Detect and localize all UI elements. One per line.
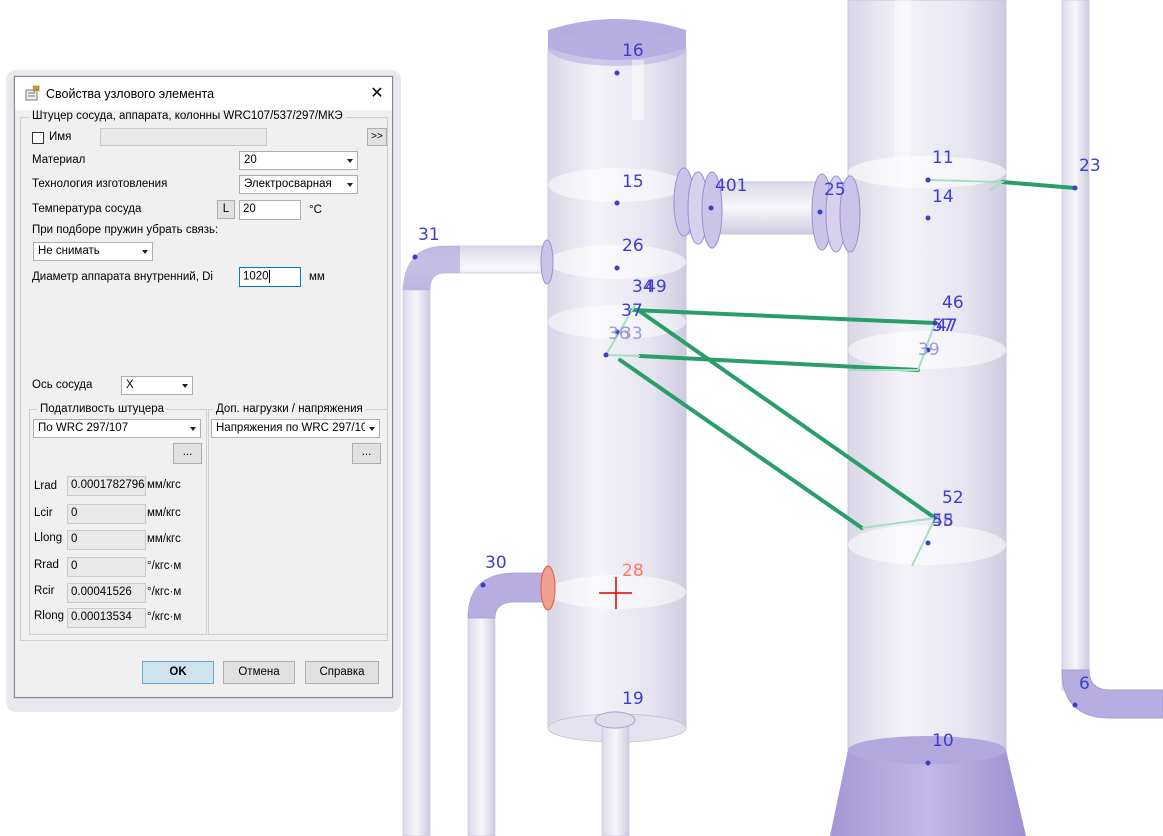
node-label-28[interactable]: 28 bbox=[622, 561, 644, 581]
node-label-6[interactable]: 6 bbox=[1079, 674, 1090, 694]
param-value-field[interactable]: 0.00041526 bbox=[67, 583, 146, 603]
node-label-52[interactable]: 52 bbox=[942, 488, 964, 508]
chevron-down-icon bbox=[142, 250, 148, 254]
chevron-down-icon bbox=[190, 427, 196, 431]
axis-select[interactable]: X bbox=[121, 376, 193, 395]
close-icon[interactable]: ✕ bbox=[362, 77, 392, 110]
param-value-field[interactable]: 0 bbox=[67, 530, 146, 550]
nozzle-group-title: Штуцер сосуда, аппарата, колонны WRC107/… bbox=[29, 110, 346, 122]
temperature-l-button[interactable]: L bbox=[217, 200, 235, 219]
param-name: Rlong bbox=[34, 610, 65, 622]
param-name: Rrad bbox=[34, 559, 59, 571]
node-label-49[interactable]: 49 bbox=[645, 277, 667, 297]
springs-select[interactable]: Не снимать bbox=[33, 242, 153, 261]
param-unit: мм/кгс bbox=[147, 507, 181, 519]
technology-label: Технология изготовления bbox=[32, 178, 168, 190]
diameter-unit: мм bbox=[309, 271, 325, 283]
axis-label: Ось сосуда bbox=[32, 379, 93, 391]
axis-value: X bbox=[126, 379, 134, 391]
param-unit: °/кгс·м bbox=[147, 560, 182, 572]
loads-group-title: Доп. нагрузки / напряжения bbox=[213, 403, 366, 415]
node-label-16[interactable]: 16 bbox=[622, 41, 644, 61]
flex-more-button[interactable]: ... bbox=[173, 443, 202, 464]
properties-icon bbox=[25, 85, 40, 101]
node-label-11[interactable]: 11 bbox=[932, 148, 954, 168]
loads-select[interactable]: Напряжения по WRC 297/107 bbox=[211, 419, 380, 438]
vessel-column-left bbox=[547, 19, 687, 743]
param-name: Rcir bbox=[34, 585, 55, 597]
node-label-47[interactable]: 47 bbox=[936, 316, 958, 336]
name-checkbox[interactable] bbox=[32, 132, 44, 144]
node-label-10[interactable]: 10 bbox=[932, 731, 954, 751]
param-value-field[interactable]: 0 bbox=[67, 557, 146, 577]
node-properties-dialog: Свойства узлового элемента ✕ Штуцер сосу… bbox=[14, 76, 393, 698]
vessel-column-right bbox=[830, 0, 1026, 836]
flange-26 bbox=[540, 239, 554, 285]
chevron-down-icon bbox=[347, 183, 353, 187]
param-name: Lcir bbox=[34, 507, 53, 519]
technology-select[interactable]: Электросварная bbox=[239, 175, 358, 194]
dialog-titlebar[interactable]: Свойства узлового элемента ✕ bbox=[15, 77, 392, 110]
loads-value: Напряжения по WRC 297/107 bbox=[216, 422, 365, 434]
cancel-button[interactable]: Отмена bbox=[223, 661, 295, 684]
param-unit: °/кгс·м bbox=[147, 611, 182, 623]
name-field[interactable] bbox=[100, 128, 267, 146]
node-label-37[interactable]: 37 bbox=[621, 301, 643, 321]
name-label: Имя bbox=[49, 131, 72, 143]
temperature-field[interactable]: 20 bbox=[239, 200, 301, 220]
temperature-unit: °C bbox=[309, 204, 322, 216]
material-label: Материал bbox=[32, 154, 86, 166]
chevron-down-icon bbox=[369, 427, 375, 431]
param-unit: мм/кгс bbox=[147, 533, 181, 545]
diameter-label: Диаметр аппарата внутренний, Di bbox=[32, 271, 213, 283]
node-label-26[interactable]: 26 bbox=[622, 236, 644, 256]
param-name: Lrad bbox=[34, 480, 58, 492]
text-caret bbox=[268, 270, 270, 283]
diameter-field[interactable]: 1020 bbox=[239, 267, 301, 287]
node-label-31[interactable]: 31 bbox=[418, 225, 440, 245]
diameter-value: 1020 bbox=[243, 270, 269, 283]
param-value-field[interactable]: 0.00013534 bbox=[67, 608, 146, 628]
param-value-field[interactable]: 0 bbox=[67, 504, 146, 524]
param-unit: °/кгс·м bbox=[147, 586, 182, 598]
expand-button[interactable]: >> bbox=[367, 128, 387, 146]
pipe-23-6 bbox=[1061, 0, 1163, 719]
pipe-left-vertical bbox=[402, 284, 431, 836]
technology-value: Электросварная bbox=[244, 178, 332, 190]
chevron-down-icon bbox=[182, 384, 188, 388]
temperature-label: Температура сосуда bbox=[32, 203, 142, 215]
loads-more-button[interactable]: ... bbox=[352, 443, 381, 464]
param-unit: мм/кгс bbox=[147, 479, 181, 491]
flex-group-title: Податливость штуцера bbox=[37, 403, 168, 415]
node-label-401[interactable]: 401 bbox=[715, 176, 747, 196]
node-label-39[interactable]: 39 bbox=[918, 340, 940, 360]
pipe-31-elbow bbox=[402, 245, 549, 291]
param-name: Llong bbox=[34, 532, 63, 544]
node-label-46[interactable]: 46 bbox=[942, 293, 964, 313]
material-select[interactable]: 20 bbox=[239, 151, 358, 170]
node-label-19[interactable]: 19 bbox=[622, 689, 644, 709]
chevron-down-icon bbox=[347, 159, 353, 163]
springs-label: При подборе пружин убрать связь: bbox=[32, 224, 219, 236]
node-label-15[interactable]: 15 bbox=[622, 172, 644, 192]
node-label-14[interactable]: 14 bbox=[932, 187, 954, 207]
flex-select[interactable]: По WRC 297/107 bbox=[33, 419, 201, 438]
node-label-23[interactable]: 23 bbox=[1079, 156, 1101, 176]
flex-value: По WRC 297/107 bbox=[38, 422, 129, 434]
dialog-title: Свойства узлового элемента bbox=[46, 87, 215, 101]
pipe-30-elbow bbox=[467, 572, 549, 836]
node-label-25[interactable]: 25 bbox=[824, 180, 846, 200]
node-label-48[interactable]: 48 bbox=[932, 511, 954, 531]
param-value-field[interactable]: 0.00017827964 bbox=[67, 476, 146, 496]
help-button[interactable]: Справка bbox=[305, 661, 379, 684]
material-value: 20 bbox=[244, 154, 257, 166]
node-label-30[interactable]: 30 bbox=[485, 553, 507, 573]
springs-value: Не снимать bbox=[38, 245, 100, 257]
node-label-33[interactable]: 33 bbox=[621, 324, 643, 344]
flange-28 bbox=[540, 565, 556, 611]
ok-button[interactable]: OK bbox=[142, 661, 214, 684]
